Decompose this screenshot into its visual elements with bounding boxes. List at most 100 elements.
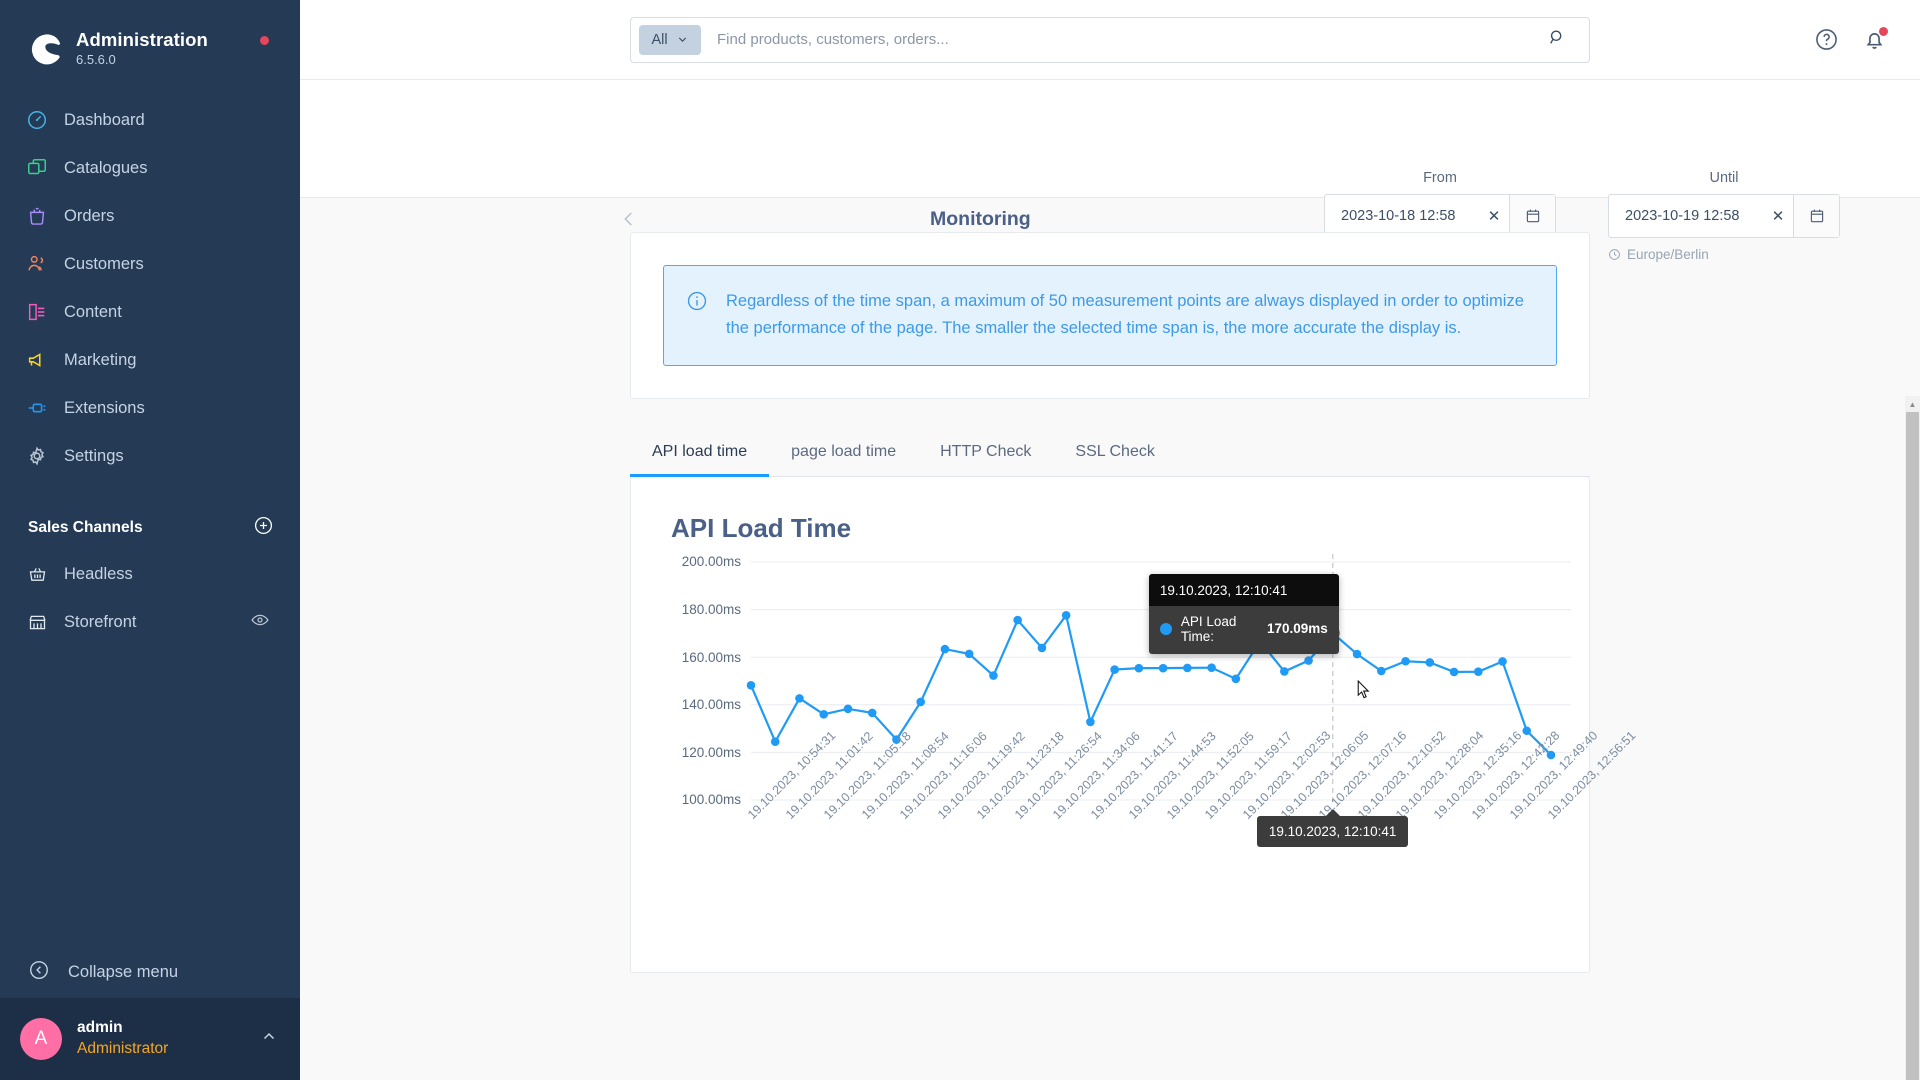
data-point[interactable]	[1134, 664, 1144, 673]
dashboard-icon	[24, 107, 50, 133]
sidebar-item-extensions[interactable]: Extensions	[0, 384, 300, 432]
tab-api-load-time[interactable]: API load time	[630, 429, 770, 478]
search-icon[interactable]	[1547, 27, 1567, 52]
user-menu[interactable]: A admin Administrator	[0, 998, 300, 1080]
tab-page-load-time[interactable]: page load time	[769, 429, 918, 477]
info-notice-text: Regardless of the time span, a maximum o…	[726, 292, 1524, 337]
sidebar-item-label: Orders	[64, 206, 115, 225]
sidebar-item-orders[interactable]: Orders	[0, 192, 300, 240]
search-input[interactable]	[701, 31, 1547, 48]
sidebar-item-settings[interactable]: Settings	[0, 432, 300, 480]
add-sales-channel-icon[interactable]	[253, 515, 274, 541]
data-point[interactable]	[770, 737, 780, 747]
data-point[interactable]	[1061, 611, 1071, 621]
x-axis-tooltip: 19.10.2023, 12:10:41	[1256, 809, 1409, 848]
data-point[interactable]	[1183, 664, 1192, 673]
notifications-icon[interactable]	[1862, 25, 1889, 53]
update-indicator-dot	[259, 35, 269, 45]
topbar-icons	[1814, 25, 1889, 53]
sidebar-item-headless[interactable]: Headless	[0, 550, 300, 598]
data-point[interactable]	[1037, 644, 1047, 653]
search-scope-select[interactable]: All	[639, 24, 701, 55]
data-point[interactable]	[964, 650, 974, 659]
search-scope-label: All	[651, 31, 668, 48]
avatar: A	[20, 1018, 62, 1060]
data-point[interactable]	[1352, 650, 1362, 659]
data-point[interactable]	[1522, 726, 1532, 736]
data-point[interactable]	[867, 709, 877, 718]
marketing-icon	[24, 347, 50, 373]
scrollbar-thumb[interactable]	[1906, 412, 1919, 1080]
chart-card: API Load Time 200.00ms 180.00ms 160.00ms 14…	[630, 477, 1638, 974]
preview-storefront-eye-icon[interactable]	[250, 610, 270, 635]
tab-http-check[interactable]: HTTP Check	[918, 429, 1053, 477]
data-point[interactable]	[1280, 667, 1289, 677]
api-load-time-chart[interactable]: 200.00ms 180.00ms 160.00ms 140.00ms 120.00ms…	[631, 544, 1638, 972]
data-point[interactable]	[989, 671, 998, 681]
sidebar-item-label: Storefront	[64, 612, 137, 631]
collapse-menu-button[interactable]: Collapse menu	[0, 946, 300, 998]
data-point[interactable]	[819, 710, 829, 720]
chart-tooltip: 19.10.2023, 12:10:41 API Load Time: 170.09…	[1148, 573, 1339, 654]
orders-icon	[24, 203, 50, 229]
data-point[interactable]	[1498, 657, 1507, 667]
data-point[interactable]	[916, 698, 925, 707]
tab-ssl-check[interactable]: SSL Check	[1053, 429, 1176, 477]
data-point[interactable]	[1304, 656, 1313, 666]
chevron-up-icon[interactable]	[260, 1028, 278, 1051]
tooltip-body: API Load Time: 170.09ms	[1148, 605, 1339, 654]
data-point[interactable]	[940, 645, 950, 654]
scroll-up-arrow-icon[interactable]: ▲	[1905, 396, 1920, 412]
vertical-scrollbar[interactable]: ▲	[1905, 396, 1920, 1080]
customers-icon	[24, 251, 50, 277]
basket-icon	[24, 561, 50, 587]
chart-title: API Load Time	[671, 513, 852, 544]
sidebar-item-customers[interactable]: Customers	[0, 240, 300, 288]
data-point[interactable]	[1401, 657, 1410, 666]
sidebar-item-label: Headless	[64, 564, 133, 583]
data-point[interactable]	[1231, 674, 1241, 684]
sidebar-item-storefront[interactable]: Storefront	[0, 598, 300, 646]
info-icon	[686, 290, 708, 341]
until-label: Until	[1709, 170, 1739, 186]
tab-bar: API load time page load time HTTP Check …	[630, 429, 1590, 478]
extensions-icon	[24, 395, 50, 421]
notice-card: Regardless of the time span, a maximum o…	[630, 232, 1590, 400]
sidebar-item-dashboard[interactable]: Dashboard	[0, 96, 300, 144]
data-point[interactable]	[1207, 663, 1216, 673]
tooltip-series-label: API Load Time:	[1180, 613, 1237, 644]
data-point[interactable]	[1158, 664, 1168, 673]
main-area: All Find products, customers, orders... …	[300, 0, 1920, 1080]
help-icon[interactable]	[1814, 27, 1840, 53]
data-point[interactable]	[1473, 667, 1483, 677]
global-search[interactable]: All	[630, 16, 1590, 63]
data-point[interactable]	[1377, 667, 1386, 676]
data-point[interactable]	[1086, 718, 1095, 727]
brand[interactable]: Administration 6.5.6.0	[0, 0, 300, 74]
from-label: From	[1423, 170, 1457, 186]
sidebar-item-label: Customers	[64, 254, 144, 273]
tooltip-value: 170.09ms	[1267, 621, 1328, 637]
data-point[interactable]	[1013, 616, 1022, 625]
sales-channels-header: Sales Channels	[0, 506, 300, 550]
data-point[interactable]	[1110, 665, 1119, 675]
sidebar-item-content[interactable]: Content	[0, 288, 300, 336]
notification-badge-dot	[1878, 25, 1889, 37]
data-point[interactable]	[1449, 668, 1459, 677]
sidebar-item-label: Content	[64, 302, 122, 321]
data-point[interactable]	[746, 681, 756, 691]
sidebar-item-catalogues[interactable]: Catalogues	[0, 144, 300, 192]
main-navigation: Dashboard Catalogues Orders Customers Co…	[0, 96, 300, 480]
user-role: Administrator	[77, 1040, 169, 1057]
data-point[interactable]	[795, 694, 804, 704]
catalogues-icon	[24, 155, 50, 181]
shopware-logo-icon	[26, 30, 62, 66]
brand-version: 6.5.6.0	[76, 52, 116, 68]
sales-channels-title: Sales Channels	[28, 519, 143, 536]
tooltip-series-dot	[1159, 622, 1172, 635]
data-point[interactable]	[843, 704, 853, 714]
sidebar-item-marketing[interactable]: Marketing	[0, 336, 300, 384]
data-point[interactable]	[1425, 658, 1435, 668]
collapse-icon	[28, 959, 50, 986]
page-header: Monitoring From 2023-10-18 12:58 ✕ Europ…	[300, 80, 1920, 262]
